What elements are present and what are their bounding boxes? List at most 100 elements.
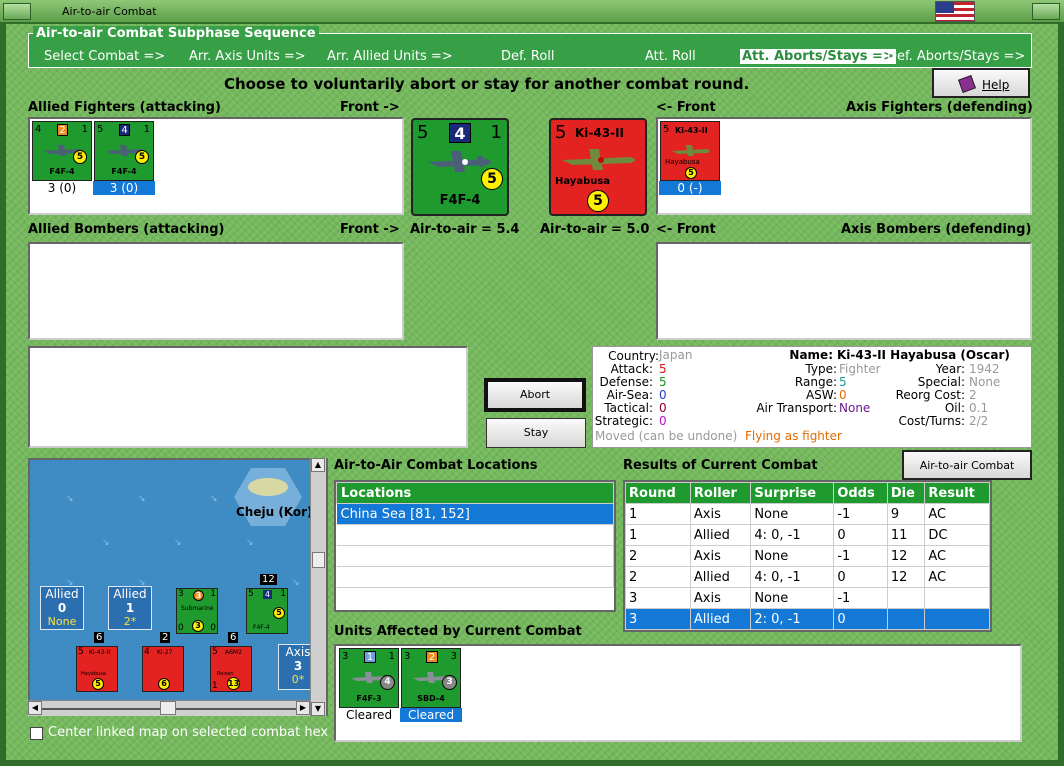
table-row-selected[interactable]: 3 Allied 2: 0, -1 0 [625, 608, 990, 630]
allied-bombers-panel[interactable] [28, 242, 404, 340]
axis-fighter-caption-1: 0 (-) [659, 181, 721, 195]
allied-box-sub: None [47, 615, 77, 628]
table-row[interactable]: 2 Allied 4: 0, -1 0 12 AC [625, 566, 990, 588]
affected-counter-2[interactable]: 3 2 3 3 SBD-4 [401, 648, 461, 708]
counter-attack-factor: 4 [119, 124, 130, 136]
a6m2-stack-count: 6 [228, 632, 239, 643]
scroll-thumb-h[interactable] [160, 701, 176, 715]
center-map-checkbox[interactable] [30, 727, 43, 740]
f4f-move: 5 [273, 607, 285, 619]
seq-arr-allied: Arr. Allied Units => [327, 49, 453, 64]
allied-fighters-panel[interactable]: 4 2 1 5 F4F-4 3 (0) 5 4 1 5 F4F-4 3 (0) [28, 117, 404, 215]
table-row[interactable]: 1 Allied 4: 0, -1 0 11 DC [625, 524, 990, 546]
cell: -1 [833, 545, 888, 567]
aircraft-icon [562, 149, 636, 170]
allied-fighter-caption-1: 3 (0) [47, 181, 77, 195]
system-menu-button[interactable] [3, 3, 31, 20]
location-row-empty[interactable] [336, 524, 614, 546]
cell [886, 608, 926, 630]
close-window-button[interactable] [1032, 3, 1060, 20]
us-flag-icon [935, 1, 975, 22]
counter-move-factor: 3 [442, 675, 457, 690]
info-asw-key: ASW: [805, 388, 837, 402]
allied-fighter-counter-1[interactable]: 4 2 1 5 F4F-4 [32, 121, 92, 181]
location-row-empty[interactable] [336, 545, 614, 567]
seq-def-aborts-stays: Def. Aborts/Stays => [887, 49, 1026, 64]
ki27-stack-count: 2 [160, 632, 171, 643]
scroll-thumb-v[interactable] [312, 552, 325, 568]
f4f-map-counter[interactable]: 5 4 1 5 F4F-4 [246, 588, 288, 634]
axis-fighters-panel[interactable]: 5 Ki-43-II Hayabusa 5 0 (-) [656, 117, 1032, 215]
help-button[interactable]: Help [932, 68, 1030, 98]
cell: 1 [625, 503, 691, 525]
location-row-empty[interactable] [336, 566, 614, 588]
location-row[interactable]: China Sea [81, 152] [336, 503, 614, 525]
counter-attack-factor: 1 [364, 651, 376, 663]
table-row[interactable]: 3 Axis None -1 [625, 587, 990, 609]
col-die: Die [886, 482, 926, 504]
seq-select-combat: Select Combat => [44, 49, 166, 64]
table-row[interactable]: 2 Axis None -1 12 AC [625, 545, 990, 567]
info-airsea-key: Air-Sea: [606, 388, 653, 402]
counter-defense-factor: 1 [81, 124, 88, 135]
counter-defense-factor: 3 [450, 651, 457, 662]
counter-type: SBD-4 [417, 694, 445, 703]
info-defense-value: 5 [659, 375, 667, 389]
map-vertical-scrollbar[interactable]: ▲ ▼ [310, 458, 326, 716]
sub-tl: 3 [178, 589, 184, 599]
info-year-value: 1942 [969, 362, 1000, 376]
combat-chart-button[interactable]: Air-to-air Combat Chart [902, 450, 1032, 500]
big-attack-factor: 4 [449, 123, 471, 143]
cell: 0 [833, 566, 888, 588]
f4f-label: F4F-4 [253, 624, 270, 631]
ki43-map-counter[interactable]: 5 Ki-43-II Hayabusa 5 [76, 646, 118, 692]
scroll-right-arrow[interactable]: ▶ [296, 701, 310, 715]
a6m2-map-counter[interactable]: 5 A6M2 Reisen 1 13 [210, 646, 252, 692]
axis-fighter-counter-1[interactable]: 5 Ki-43-II Hayabusa 5 [660, 121, 720, 181]
affected-units-panel[interactable]: 3 1 1 4 F4F-3 Cleared 3 2 3 3 SBD-4 Clea… [334, 644, 1022, 742]
counter-name: Ki-43-II [675, 126, 708, 135]
ki27-name: Ki-27 [157, 649, 173, 656]
sub-tr: 1 [210, 589, 216, 599]
info-country-value: Japan [659, 348, 693, 362]
submarine-counter[interactable]: 3 3 1 Submarine 0 3 0 [176, 588, 218, 634]
scroll-down-arrow[interactable]: ▼ [311, 702, 325, 716]
scroll-left-arrow[interactable]: ◀ [28, 701, 42, 715]
unit-info-panel: Country: Japan Attack: 5 Defense: 5 Air-… [592, 346, 1032, 448]
sub-bc: 3 [192, 620, 204, 632]
subphase-sequence: Air-to-air Combat Subphase Sequence Sele… [28, 26, 1032, 68]
cell: AC [924, 545, 990, 567]
abort-button[interactable]: Abort [484, 378, 586, 412]
info-tactical-value: 0 [659, 401, 667, 415]
cell: 12 [886, 545, 926, 567]
info-range-value: 5 [839, 375, 847, 389]
counter-move-factor: 4 [380, 675, 395, 690]
info-reorg-key: Reorg Cost: [895, 388, 965, 402]
allied-front-label: Front -> [340, 100, 400, 115]
a6m2-name: A6M2 [225, 649, 242, 656]
table-row[interactable]: 1 Axis None -1 9 AC [625, 503, 990, 525]
ki27-map-counter[interactable]: 4 Ki-27 6 [142, 646, 184, 692]
axis-bombers-label: Axis Bombers (defending) [841, 222, 1032, 237]
allied-fighter-counter-2[interactable]: 5 4 1 5 F4F-4 [94, 121, 154, 181]
locations-title: Air-to-Air Combat Locations [334, 458, 538, 473]
stay-button[interactable]: Stay [486, 418, 586, 448]
info-transport-value: None [839, 401, 871, 415]
locations-list[interactable]: Locations China Sea [81, 152] [334, 480, 616, 612]
defender-air-to-air: Air-to-air = 5.0 [540, 222, 650, 237]
cell: 0 [833, 608, 888, 630]
instruction-text: Choose to voluntarily abort or stay for … [224, 75, 750, 93]
info-year-key: Year: [935, 362, 965, 376]
counter-move-factor: 5 [685, 167, 697, 179]
info-cost-value: 2/2 [969, 414, 989, 428]
map-horizontal-scrollbar[interactable]: ◀ ▶ [28, 700, 310, 716]
info-name-key: Name: [789, 348, 833, 362]
axis-bombers-panel[interactable] [656, 242, 1032, 340]
hex-label: Cheju (Kor) [236, 505, 313, 519]
combat-map[interactable]: ↘ ↘ ↘ ↘ ↘ ↘ ↘ ↘ ↘ Cheju (Kor) Allied 0 None Al… [28, 458, 328, 716]
affected-counter-1[interactable]: 3 1 1 4 F4F-3 [339, 648, 399, 708]
f4f-tc: 4 [263, 590, 273, 599]
results-table[interactable]: Round Roller Surprise Odds Die Result 1A… [623, 480, 992, 632]
scroll-up-arrow[interactable]: ▲ [311, 458, 325, 472]
cell: None [750, 503, 835, 525]
